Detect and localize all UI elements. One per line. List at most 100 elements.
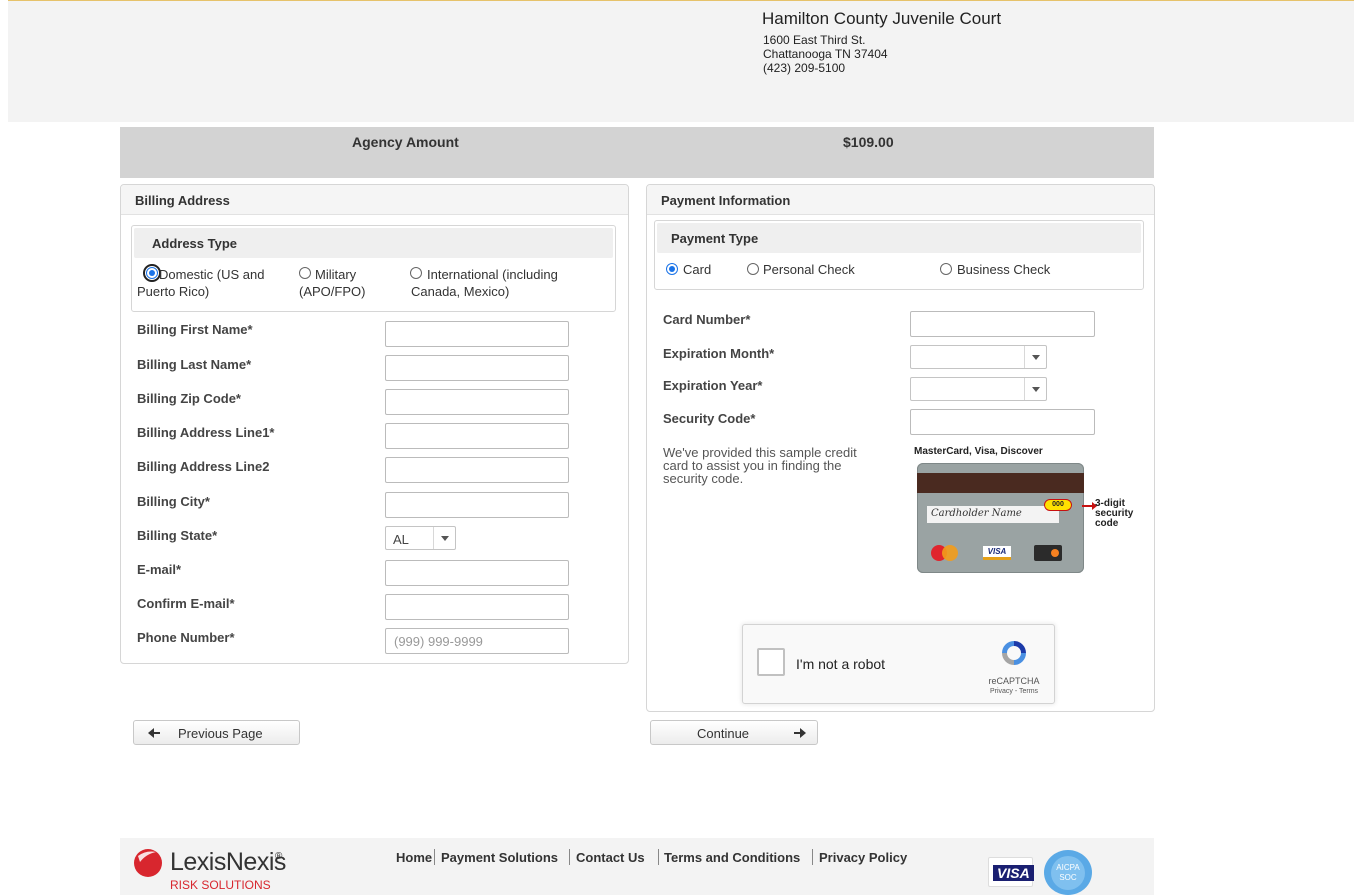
visa-badge-text: VISA [993, 865, 1034, 881]
address-type-international-label-1: International (including [427, 267, 558, 282]
footer-separator [434, 849, 435, 865]
billing-state-value: AL [393, 532, 409, 547]
confirm-email-label: Confirm E-mail* [137, 596, 235, 611]
billing-city-label: Billing City* [137, 494, 210, 509]
address-type-military-radio[interactable] [299, 267, 311, 279]
payment-type-personal-check-radio[interactable] [747, 263, 759, 275]
payment-type-card-label: Card [683, 262, 712, 277]
footer-link-privacy-policy[interactable]: Privacy Policy [819, 850, 907, 865]
discover-icon [1034, 545, 1062, 561]
billing-address-line2-input[interactable] [385, 457, 569, 483]
aicpa-soc-text: AICPA SOC [1051, 856, 1085, 890]
recaptcha-checkbox[interactable] [757, 648, 785, 676]
billing-last-name-input[interactable] [385, 355, 569, 381]
payment-type-title: Payment Type [671, 231, 759, 246]
visa-icon: VISA [983, 546, 1011, 560]
billing-panel-title: Billing Address [135, 193, 230, 208]
recaptcha-privacy-terms-link[interactable]: Privacy - Terms [986, 688, 1042, 695]
billing-address-line2-label: Billing Address Line2 [137, 459, 270, 474]
billing-last-name-label: Billing Last Name* [137, 357, 252, 372]
billing-address-line1-label: Billing Address Line1* [137, 425, 275, 440]
address-type-international-label-2: Canada, Mexico) [411, 284, 510, 299]
court-address-line1: 1600 East Third St. [763, 33, 866, 47]
address-type-title: Address Type [152, 236, 238, 251]
card-brands-label: MasterCard, Visa, Discover [914, 446, 1043, 457]
lexisnexis-brand: LexisNexis [170, 848, 286, 876]
court-address-line2: Chattanooga TN 37404 [763, 47, 888, 61]
billing-state-select[interactable]: AL [385, 526, 456, 550]
chevron-down-icon [1024, 346, 1046, 368]
page-header [8, 0, 1354, 122]
arrow-right-icon [1082, 502, 1097, 510]
billing-address-line1-input[interactable] [385, 423, 569, 449]
recaptcha-brand: reCAPTCHA [988, 676, 1040, 686]
address-type-military-label-1: Military [315, 267, 357, 282]
expiration-year-label: Expiration Year* [663, 378, 763, 393]
lexisnexis-subtitle: RISK SOLUTIONS [170, 878, 271, 892]
footer-link-terms[interactable]: Terms and Conditions [664, 850, 800, 865]
expiration-month-label: Expiration Month* [663, 346, 775, 361]
payment-type-panel: Payment Type [654, 220, 1144, 290]
confirm-email-input[interactable] [385, 594, 569, 620]
mastercard-icon [931, 545, 959, 561]
footer-link-contact-us[interactable]: Contact Us [576, 850, 645, 865]
address-type-domestic-radio[interactable] [143, 264, 161, 282]
security-code-help-3: security code. [663, 471, 744, 486]
arrow-left-icon [148, 728, 160, 738]
lexisnexis-registered-mark: ® [275, 851, 283, 862]
footer-separator [569, 849, 570, 865]
chevron-down-icon [1024, 378, 1046, 400]
card-signature-strip: Cardholder Name [927, 506, 1059, 523]
footer-separator [812, 849, 813, 865]
email-input[interactable] [385, 560, 569, 586]
security-code-input[interactable] [910, 409, 1095, 435]
agency-amount-value: $109.00 [843, 134, 894, 150]
agency-amount-label: Agency Amount [352, 134, 459, 150]
chevron-down-icon [433, 527, 455, 549]
continue-button[interactable]: Continue [650, 720, 818, 745]
billing-city-input[interactable] [385, 492, 569, 518]
billing-first-name-label: Billing First Name* [137, 322, 253, 337]
footer-separator [658, 849, 659, 865]
card-signature-text: Cardholder Name [931, 508, 1022, 519]
previous-page-label: Previous Page [178, 726, 263, 741]
email-label: E-mail* [137, 562, 182, 577]
payment-type-business-check-radio[interactable] [940, 263, 952, 275]
previous-page-button[interactable]: Previous Page [133, 720, 300, 745]
recaptcha-label: I'm not a robot [796, 656, 886, 672]
security-code-label: Security Code* [663, 411, 756, 426]
payment-panel-header: Payment Information [647, 185, 1154, 215]
billing-panel-header: Billing Address [121, 185, 628, 215]
continue-label: Continue [697, 726, 750, 741]
card-security-code: 000 [1044, 499, 1072, 511]
address-type-domestic-label-1: Domestic (US and [159, 267, 265, 282]
billing-zip-input[interactable] [385, 389, 569, 415]
agency-amount-bar [120, 127, 1154, 178]
address-type-international-radio[interactable] [410, 267, 422, 279]
footer-link-home[interactable]: Home [396, 850, 432, 865]
card-number-label: Card Number* [663, 312, 751, 327]
payment-type-header: Payment Type [657, 223, 1141, 253]
payment-type-business-check-label: Business Check [957, 262, 1051, 277]
billing-zip-label: Billing Zip Code* [137, 391, 241, 406]
billing-first-name-input[interactable] [385, 321, 569, 347]
court-name: Hamilton County Juvenile Court [762, 9, 1002, 28]
lexisnexis-logo-icon [134, 849, 162, 877]
payment-panel-title: Payment Information [661, 193, 791, 208]
court-phone: (423) 209-5100 [763, 61, 846, 75]
security-code-note: 3-digit security code [1095, 498, 1134, 529]
payment-type-personal-check-label: Personal Check [763, 262, 855, 277]
card-magnetic-stripe [917, 473, 1084, 493]
billing-state-label: Billing State* [137, 528, 218, 543]
expiration-year-select[interactable] [910, 377, 1047, 401]
address-type-domestic-label-2: Puerto Rico) [137, 284, 210, 299]
footer-link-payment-solutions[interactable]: Payment Solutions [441, 850, 558, 865]
arrow-right-icon [794, 728, 806, 738]
sample-credit-card-image: Cardholder Name 000 VISA [917, 463, 1084, 573]
recaptcha-logo-icon [1002, 641, 1026, 665]
payment-type-card-radio[interactable] [666, 263, 678, 275]
expiration-month-select[interactable] [910, 345, 1047, 369]
phone-number-input[interactable] [385, 628, 569, 654]
card-number-input[interactable] [910, 311, 1095, 337]
address-type-military-label-2: (APO/FPO) [299, 284, 366, 299]
